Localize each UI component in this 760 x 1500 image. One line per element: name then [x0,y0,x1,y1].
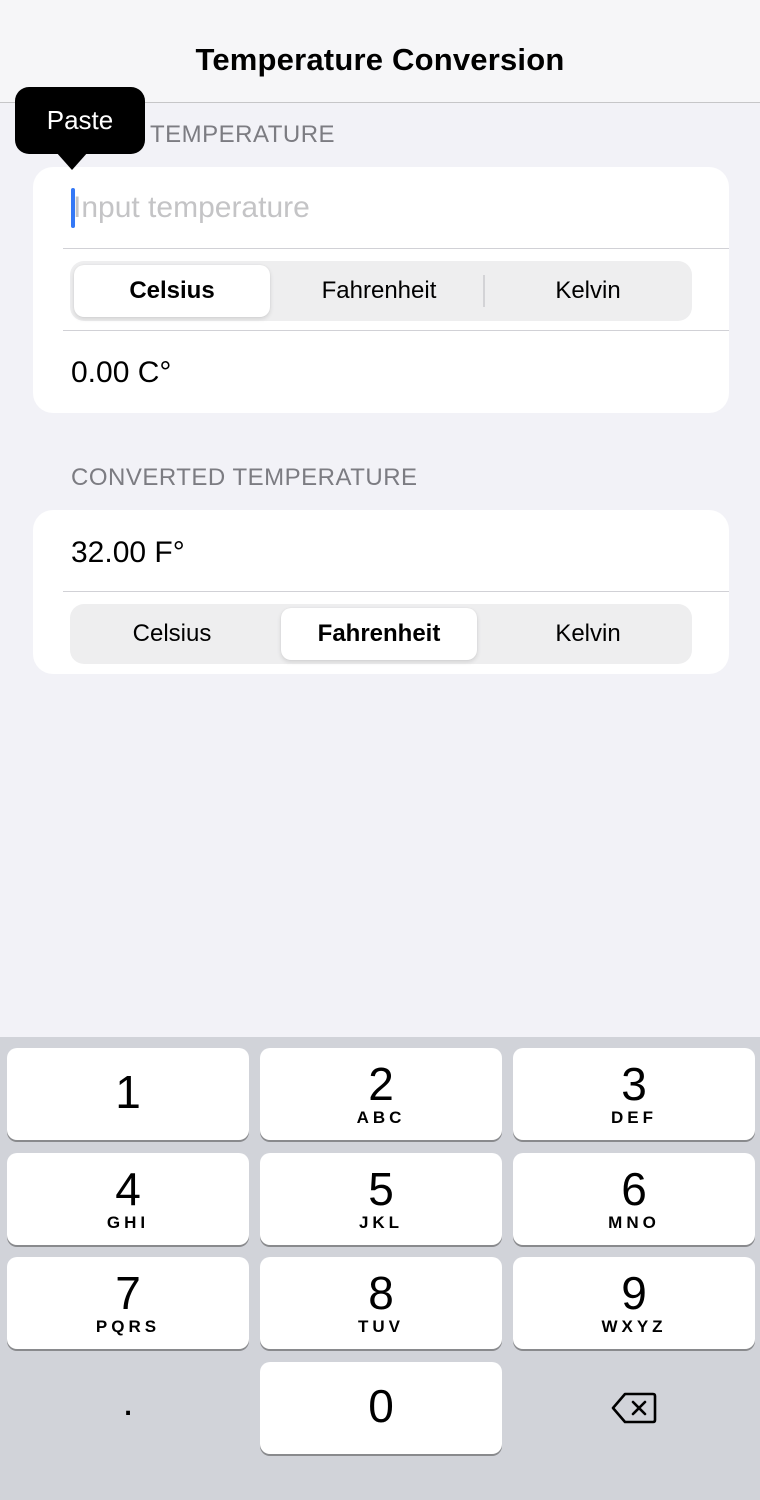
key-4[interactable]: 4 GHI [7,1153,249,1245]
input-unit-celsius[interactable]: Celsius [74,265,270,317]
converted-card: 32.00 F° Celsius Fahrenheit Kelvin [33,510,729,674]
key-digit: 7 [115,1267,141,1319]
key-letters: PQRS [95,1317,161,1336]
output-unit-fahrenheit[interactable]: Fahrenheit [281,608,477,660]
input-unit-kelvin[interactable]: Kelvin [490,265,686,317]
key-1[interactable]: 1 [7,1048,249,1140]
key-digit: 9 [621,1267,647,1319]
key-6[interactable]: 6 MNO [513,1153,755,1245]
key-digit: 8 [368,1267,394,1319]
key-digit: 5 [368,1163,394,1215]
key-delete[interactable] [513,1362,755,1454]
delete-backspace-icon [611,1392,657,1424]
separator [63,591,729,592]
key-7[interactable]: 7 PQRS [7,1257,249,1349]
key-letters: ABC [356,1108,406,1127]
paste-menu-button[interactable]: Paste [15,87,145,154]
key-letters: DEF [611,1108,657,1127]
input-unit-fahrenheit[interactable]: Fahrenheit [281,265,477,317]
key-digit: 3 [621,1058,647,1110]
separator [63,330,729,331]
key-letters: MNO [608,1213,660,1232]
output-unit-kelvin[interactable]: Kelvin [490,608,686,660]
temperature-input[interactable] [73,191,673,225]
key-9[interactable]: 9 WXYZ [513,1257,755,1349]
converted-temperature-readout: 32.00 F° [71,536,185,569]
key-letters: JKL [358,1213,404,1232]
key-letters: TUV [358,1317,404,1336]
input-card: Celsius Fahrenheit Kelvin 0.00 C° [33,167,729,413]
key-digit: 0 [368,1380,394,1432]
input-unit-segmented-control: Celsius Fahrenheit Kelvin [70,261,692,321]
segment-divider [483,275,485,307]
input-temperature-readout: 0.00 C° [71,356,172,389]
key-letters: GHI [106,1213,150,1232]
key-digit: 4 [115,1163,141,1215]
key-letters: WXYZ [601,1317,667,1336]
paste-menu-arrow [56,152,88,170]
key-2[interactable]: 2 ABC [260,1048,502,1140]
screen: Temperature Conversion TEMPERATURE Celsi… [0,0,760,1500]
key-0[interactable]: 0 [260,1362,502,1454]
key-digit: 2 [368,1058,394,1110]
separator [63,248,729,249]
numeric-keypad: 1 2 ABC 3 DEF 4 GHI 5 JKL 6 MNO 7 PQRS 8… [0,1037,760,1500]
converted-section-header: CONVERTED TEMPERATURE [71,464,418,491]
key-3[interactable]: 3 DEF [513,1048,755,1140]
temperature-input-field[interactable] [71,185,691,231]
key-digit: 6 [621,1163,647,1215]
key-digit: 1 [115,1066,141,1118]
page-title: Temperature Conversion [195,42,565,77]
key-8[interactable]: 8 TUV [260,1257,502,1349]
key-decimal[interactable]: . [7,1362,249,1454]
output-unit-celsius[interactable]: Celsius [74,608,270,660]
key-5[interactable]: 5 JKL [260,1153,502,1245]
input-section-header: TEMPERATURE [150,121,336,148]
output-unit-segmented-control: Celsius Fahrenheit Kelvin [70,604,692,664]
